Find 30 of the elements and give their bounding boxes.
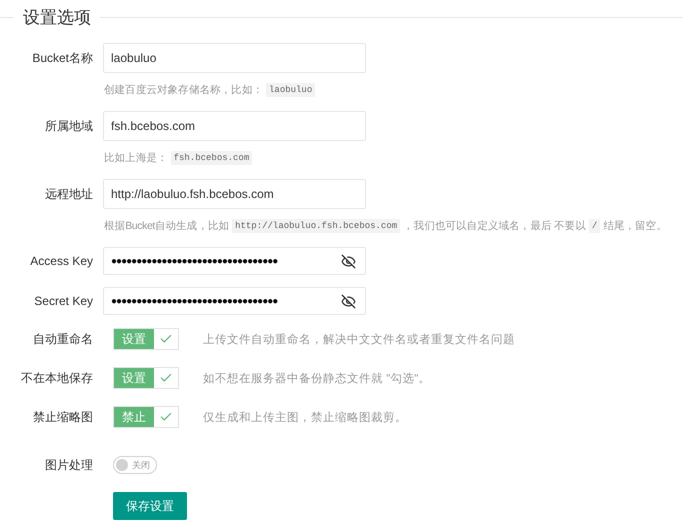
hint-text: ，我们也可以自定义域名，最后 不要以 <box>403 219 586 233</box>
code-snippet: fsh.bcebos.com <box>170 151 252 165</box>
hint-text: 创建百度云对象存储名称，比如： <box>104 83 264 97</box>
hint-text: 比如上海是： <box>104 151 168 165</box>
text-input[interactable]: fsh.bcebos.com <box>103 111 366 141</box>
section-title: 设置选项 <box>22 7 92 29</box>
field-label: Secret Key <box>33 294 94 308</box>
field-label: 远程地址 <box>44 186 94 202</box>
option-description: 仅生成和上传主图，禁止缩略图裁剪。 <box>203 410 407 424</box>
password-input[interactable]: ●●●●●●●●●●●●●●●●●●●●●●●●●●●●●●●●● <box>103 287 366 315</box>
password-input[interactable]: ●●●●●●●●●●●●●●●●●●●●●●●●●●●●●●●●● <box>103 247 366 275</box>
option-description: 上传文件自动重命名，解决中文文件名或者重复文件名问题 <box>203 332 515 346</box>
code-snippet: http://laobuluo.fsh.bcebos.com <box>232 219 400 233</box>
text-input[interactable]: http://laobuluo.fsh.bcebos.com <box>103 179 366 209</box>
code-snippet: / <box>588 219 600 233</box>
hide-password-icon[interactable] <box>341 294 356 308</box>
field-label: 不在本地保存 <box>20 370 94 386</box>
field-label: 自动重命名 <box>32 330 94 348</box>
save-button[interactable]: 保存设置 <box>113 492 187 520</box>
hide-password-icon[interactable] <box>341 254 356 268</box>
text-input[interactable]: laobuluo <box>103 43 366 73</box>
field-label: 禁止缩略图 <box>32 408 94 426</box>
hint-text: 结尾，留空。 <box>603 219 667 233</box>
field-label: Bucket名称 <box>31 50 94 66</box>
option-description: 如不想在服务器中备份静态文件就 "勾选"。 <box>203 372 430 386</box>
field-label: Access Key <box>29 254 94 268</box>
code-snippet: laobuluo <box>266 83 316 97</box>
field-label: 图片处理 <box>44 456 94 474</box>
hint-text: 根据Bucket自动生成，比如 <box>104 219 230 233</box>
field-label: 所属地域 <box>44 118 94 134</box>
